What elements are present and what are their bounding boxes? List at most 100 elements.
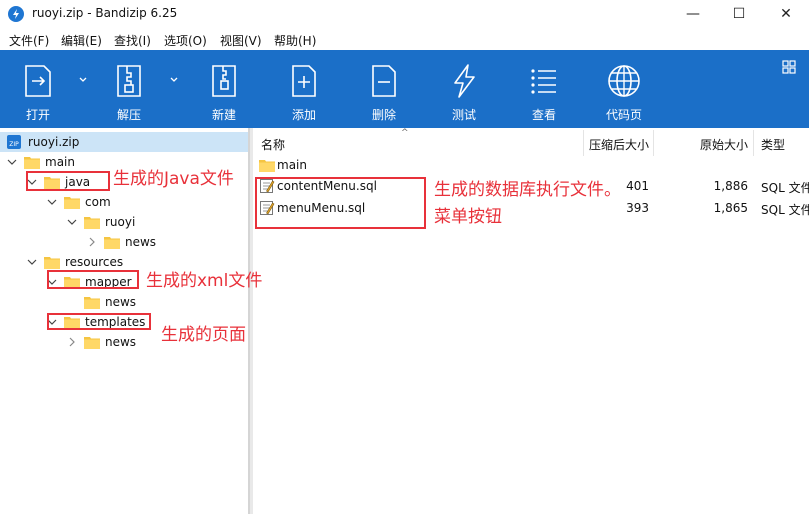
add-button[interactable]: 添加 [269, 50, 339, 128]
folder-icon [84, 297, 100, 309]
tree-node-news[interactable]: news [66, 332, 136, 352]
delete-label: 删除 [371, 108, 396, 122]
column-header-type[interactable]: 类型 [761, 136, 785, 153]
file-type: SQL 文件 [761, 181, 809, 195]
folder-icon [259, 160, 275, 172]
annotation-xml: 生成的xml文件 [146, 271, 263, 291]
open-icon [25, 65, 51, 97]
column-divider[interactable] [753, 130, 754, 156]
svg-text:ZIP: ZIP [9, 141, 19, 148]
folder-icon [104, 237, 120, 249]
new-archive-button[interactable]: 新建 [189, 50, 259, 128]
zip-archive-icon: ZIP [7, 135, 21, 149]
tree-label: ruoyi [105, 215, 136, 229]
tree-node-news[interactable]: news [66, 292, 136, 312]
file-name: main [277, 158, 307, 172]
delete-file-icon [372, 65, 396, 97]
tree-label: com [85, 195, 111, 209]
extract-label: 解压 [116, 108, 141, 122]
folder-icon [24, 157, 40, 169]
title-bar: ruoyi.zip - Bandizip 6.25 — ☐ ✕ [0, 0, 809, 28]
tree-node-com[interactable]: com [46, 192, 111, 212]
toolbar: 打开 解压 新建 添加 删除 测试 查看 代码页 [0, 50, 809, 128]
annotation-sql-line1: 生成的数据库执行文件。 [434, 180, 621, 200]
open-button[interactable]: 打开 [3, 50, 73, 128]
menu-help[interactable]: 帮助(H) [274, 32, 316, 49]
menu-view[interactable]: 视图(V) [220, 32, 262, 49]
new-archive-icon [212, 65, 236, 97]
menu-bar: 文件(F) 编辑(E) 查找(I) 选项(O) 视图(V) 帮助(H) [0, 28, 809, 50]
tree-root[interactable]: ZIP ruoyi.zip [0, 132, 248, 152]
folder-icon [64, 197, 80, 209]
tree-node-main[interactable]: main [6, 152, 75, 172]
annotation-box-templates [47, 313, 151, 330]
chevron-down-icon[interactable] [26, 256, 38, 268]
folder-icon [84, 217, 100, 229]
open-label: 打开 [25, 108, 50, 122]
file-type: SQL 文件 [761, 203, 809, 217]
chevron-down-icon[interactable] [6, 156, 18, 168]
chevron-down-icon[interactable] [66, 216, 78, 228]
menu-edit[interactable]: 编辑(E) [61, 32, 102, 49]
folder-icon [84, 337, 100, 349]
column-divider[interactable] [583, 130, 584, 156]
tree-node-resources[interactable]: resources [26, 252, 123, 272]
column-header-name[interactable]: 名称 [261, 136, 285, 153]
view-label: 查看 [531, 108, 556, 122]
test-label: 测试 [451, 108, 476, 122]
tree-node-ruoyi[interactable]: ruoyi [66, 212, 135, 232]
maximize-icon: ☐ [732, 6, 746, 22]
minimize-button[interactable]: — [670, 0, 716, 28]
extract-dropdown-chevron-icon[interactable] [169, 75, 179, 85]
annotation-pages: 生成的页面 [161, 325, 246, 345]
add-file-icon [292, 65, 316, 97]
list-item[interactable]: main [253, 154, 809, 176]
bandizip-logo-icon [8, 6, 24, 22]
menu-options[interactable]: 选项(O) [164, 32, 207, 49]
annotation-box-java [26, 171, 110, 191]
open-dropdown-chevron-icon[interactable] [78, 75, 88, 85]
sort-ascending-icon: ^ [401, 128, 409, 138]
annotation-java: 生成的Java文件 [113, 169, 234, 189]
compressed-size: 401 [626, 179, 649, 193]
original-size: 1,886 [713, 179, 748, 193]
codepage-globe-icon [608, 65, 640, 97]
window-title: ruoyi.zip - Bandizip 6.25 [32, 6, 178, 20]
annotation-sql-line2: 菜单按钮 [434, 207, 502, 227]
chevron-right-icon[interactable] [86, 236, 98, 248]
extract-button[interactable]: 解压 [94, 50, 164, 128]
add-label: 添加 [291, 108, 316, 122]
test-icon [454, 64, 475, 98]
test-button[interactable]: 测试 [429, 50, 499, 128]
delete-button[interactable]: 删除 [349, 50, 419, 128]
chevron-right-icon[interactable] [66, 336, 78, 348]
extract-icon [117, 65, 141, 97]
column-divider[interactable] [653, 130, 654, 156]
tree-label: news [105, 335, 137, 349]
tree-label: news [105, 295, 137, 309]
compressed-size: 393 [626, 201, 649, 215]
codepage-label: 代码页 [605, 108, 642, 122]
tree-label: news [125, 235, 157, 249]
close-button[interactable]: ✕ [763, 0, 809, 28]
tree-label: main [45, 155, 75, 169]
codepage-button[interactable]: 代码页 [589, 50, 659, 128]
annotation-box-sql [255, 177, 426, 229]
menu-file[interactable]: 文件(F) [9, 32, 49, 49]
column-header-compressed-size[interactable]: 压缩后大小 [589, 136, 649, 153]
maximize-button[interactable]: ☐ [716, 0, 762, 28]
tree-node-news[interactable]: news [86, 232, 156, 252]
column-header-original-size[interactable]: 原始大小 [700, 136, 748, 153]
new-archive-label: 新建 [211, 108, 236, 122]
folder-icon [44, 257, 60, 269]
view-button[interactable]: 查看 [509, 50, 579, 128]
minimize-icon: — [686, 6, 700, 22]
original-size: 1,865 [713, 201, 748, 215]
tree-root-label: ruoyi.zip [28, 135, 80, 149]
menu-find[interactable]: 查找(I) [114, 32, 151, 49]
close-icon: ✕ [780, 6, 792, 22]
layout-grid-icon[interactable] [782, 60, 796, 74]
tree-label: resources [65, 255, 124, 269]
chevron-down-icon[interactable] [46, 196, 58, 208]
